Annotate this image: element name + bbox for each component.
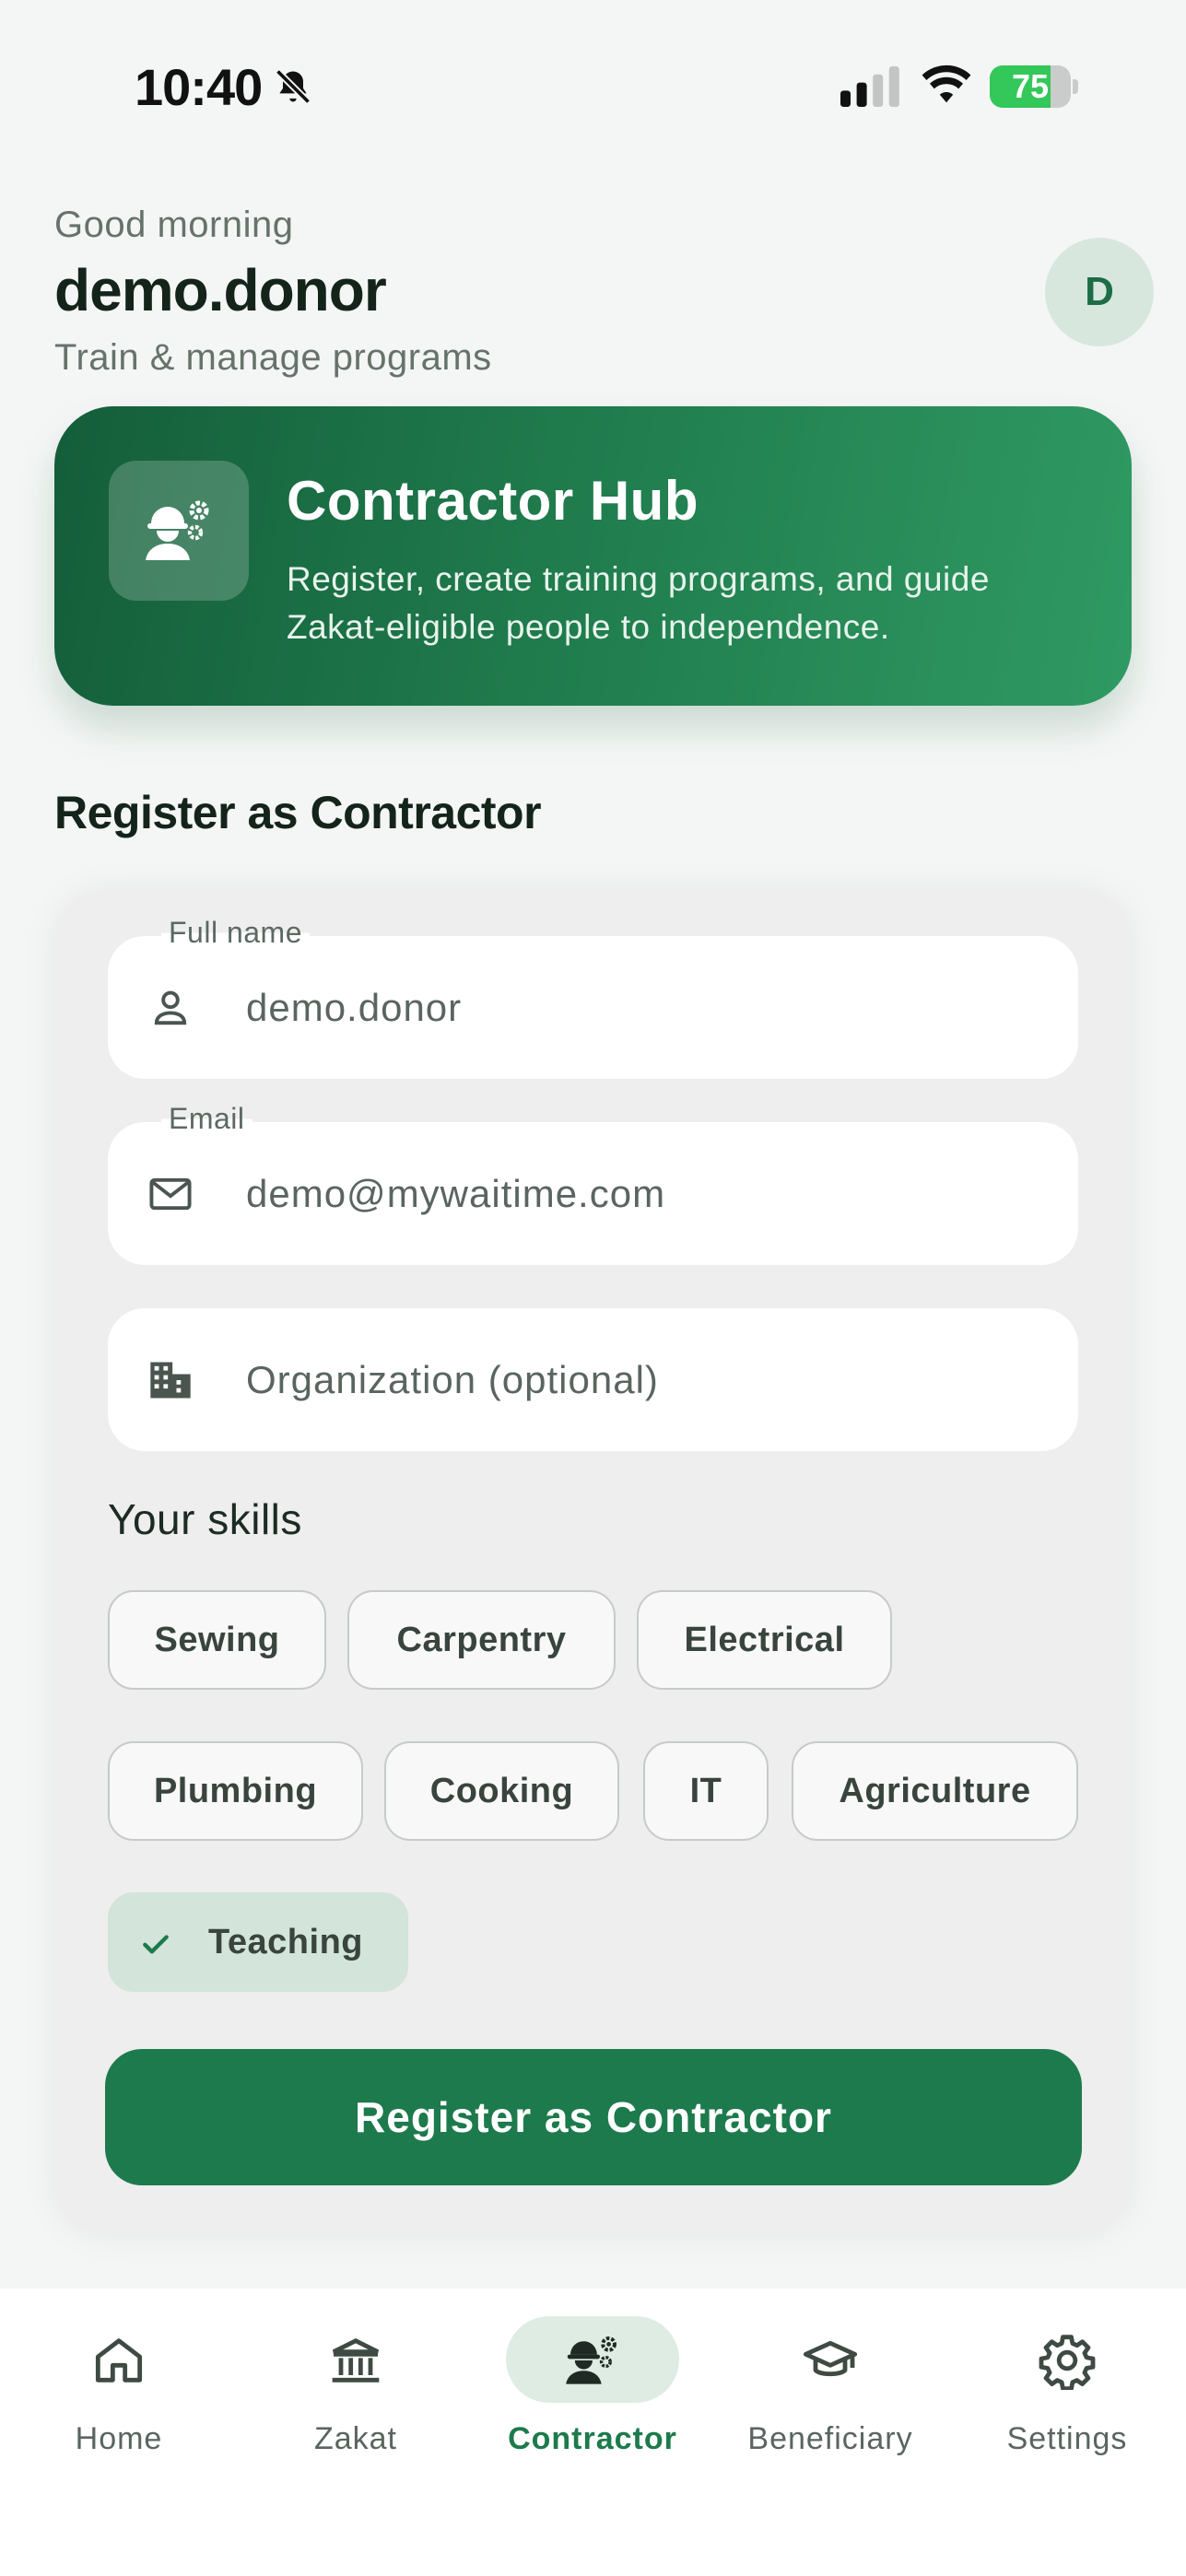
check-icon bbox=[143, 1935, 169, 1954]
gear-icon bbox=[1039, 2335, 1096, 2390]
bottom-nav: Home Zakat Contractor Beneficiary Settin… bbox=[0, 2289, 1186, 2576]
battery-indicator: 75 bbox=[990, 65, 1078, 108]
skill-chip-label: Cooking bbox=[429, 1772, 574, 1810]
nav-item-settings[interactable]: Settings bbox=[948, 2289, 1186, 2519]
building-icon bbox=[150, 1362, 191, 1399]
organization-placeholder: Organization (optional) bbox=[246, 1358, 659, 1401]
signal-icon bbox=[840, 66, 899, 107]
nav-item-zakat[interactable]: Zakat bbox=[237, 2289, 475, 2519]
mail-icon bbox=[149, 1177, 192, 1211]
skill-chip-cooking[interactable]: Cooking bbox=[384, 1741, 619, 1841]
contractor-icon bbox=[566, 2336, 616, 2384]
bank-icon bbox=[332, 2337, 380, 2383]
section-title: Register as Contractor bbox=[54, 787, 542, 838]
skill-chip-it[interactable]: IT bbox=[643, 1741, 769, 1841]
email-field[interactable]: Email demo@mywaitime.com bbox=[108, 1102, 1078, 1265]
skill-chip-label: Agriculture bbox=[839, 1772, 1031, 1810]
person-icon bbox=[154, 990, 187, 1025]
nav-label-contractor: Contractor bbox=[508, 2421, 677, 2456]
nav-label-zakat: Zakat bbox=[313, 2421, 398, 2456]
nav-item-home[interactable]: Home bbox=[0, 2289, 238, 2519]
email-label: Email bbox=[161, 1102, 252, 1136]
home-icon bbox=[95, 2338, 143, 2383]
hero-title: Contractor Hub bbox=[287, 470, 699, 532]
contractor-hub-card: Contractor Hub Register, create training… bbox=[54, 406, 1132, 706]
battery-percent: 75 bbox=[1011, 67, 1050, 105]
skill-chip-electrical[interactable]: Electrical bbox=[637, 1590, 892, 1690]
skill-chip-label: Sewing bbox=[154, 1621, 280, 1659]
contractor-gears-icon bbox=[146, 500, 209, 560]
graduation-cap-icon bbox=[803, 2340, 858, 2377]
hero-description: Register, create training programs, and … bbox=[287, 560, 990, 646]
skill-chip-label: IT bbox=[689, 1772, 722, 1810]
skill-chip-label: Electrical bbox=[684, 1621, 845, 1659]
header-subtitle: Train & manage programs bbox=[54, 337, 492, 378]
skill-chip-label: Carpentry bbox=[396, 1621, 567, 1659]
username: demo.donor bbox=[54, 257, 387, 323]
register-contractor-button[interactable]: Register as Contractor bbox=[105, 2049, 1082, 2185]
status-time: 10:40 bbox=[135, 58, 263, 116]
greeting-text: Good morning bbox=[54, 205, 294, 245]
bell-muted-icon bbox=[275, 68, 311, 105]
avatar[interactable]: D bbox=[1045, 238, 1154, 346]
skill-chip-sewing[interactable]: Sewing bbox=[108, 1590, 326, 1690]
skill-chip-label: Plumbing bbox=[153, 1772, 318, 1810]
nav-item-beneficiary[interactable]: Beneficiary bbox=[711, 2289, 949, 2519]
nav-item-contractor[interactable]: Contractor bbox=[474, 2289, 711, 2519]
nav-label-home: Home bbox=[75, 2421, 163, 2456]
register-form: Full name demo.donor Email demo@mywaitim… bbox=[54, 890, 1132, 2235]
full-name-value: demo.donor bbox=[246, 986, 463, 1029]
skill-chip-label: Teaching bbox=[208, 1923, 363, 1961]
nav-label-settings: Settings bbox=[1006, 2421, 1128, 2456]
skills-title: Your skills bbox=[108, 1495, 302, 1543]
organization-field[interactable]: Organization (optional) bbox=[108, 1308, 1078, 1451]
status-bar: 10:40 75 bbox=[0, 0, 1186, 175]
email-value: demo@mywaitime.com bbox=[246, 1172, 666, 1215]
skill-chip-plumbing[interactable]: Plumbing bbox=[108, 1741, 363, 1841]
hero-icon-box bbox=[109, 461, 249, 601]
skill-chip-teaching[interactable]: Teaching bbox=[108, 1892, 408, 1992]
wifi-icon bbox=[922, 64, 971, 103]
nav-label-beneficiary: Beneficiary bbox=[747, 2421, 913, 2456]
skill-chip-carpentry[interactable]: Carpentry bbox=[347, 1590, 616, 1690]
skill-chip-agriculture[interactable]: Agriculture bbox=[792, 1741, 1078, 1841]
full-name-field[interactable]: Full name demo.donor bbox=[108, 916, 1078, 1079]
